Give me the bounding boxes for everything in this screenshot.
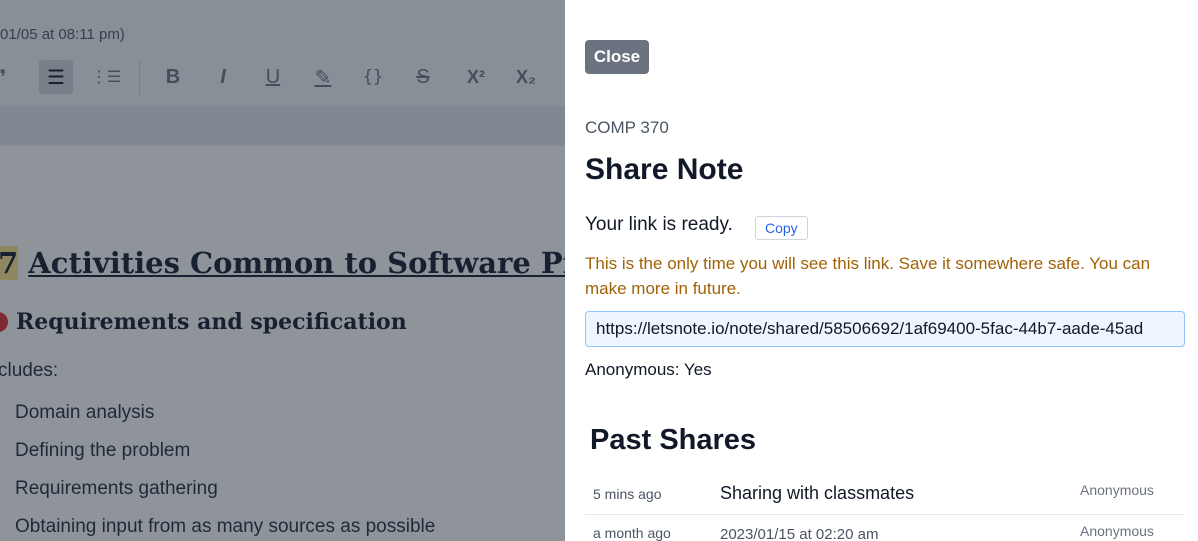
share-link-field[interactable] bbox=[585, 311, 1185, 347]
panel-title: Share Note bbox=[585, 153, 744, 186]
link-ready-text: Your link is ready. bbox=[585, 214, 733, 235]
share-age: a month ago bbox=[593, 525, 671, 541]
note-editor: 01/05 at 08:11 pm) ❞ ☰ ⋮☰ B I U ✎ {} S X… bbox=[0, 0, 565, 541]
course-label: COMP 370 bbox=[585, 118, 669, 137]
copy-button[interactable]: Copy bbox=[755, 216, 808, 240]
share-visibility: Anonymous bbox=[1080, 523, 1154, 539]
anonymous-status: Anonymous: Yes bbox=[585, 360, 712, 379]
warning-message: This is the only time you will see this … bbox=[585, 254, 1151, 298]
modal-backdrop[interactable] bbox=[0, 0, 565, 541]
share-name: Sharing with classmates bbox=[720, 483, 915, 503]
share-age: 5 mins ago bbox=[593, 486, 662, 502]
past-share-row[interactable]: 5 mins ago Sharing with classmates Anony… bbox=[585, 474, 1185, 515]
share-panel: Close COMP 370 Share Note Your link is r… bbox=[565, 0, 1198, 541]
past-share-row[interactable]: a month ago 2023/01/15 at 02:20 am Anony… bbox=[585, 514, 1185, 541]
past-shares-heading: Past Shares bbox=[590, 424, 757, 456]
share-name: 2023/01/15 at 02:20 am bbox=[720, 526, 879, 541]
close-button[interactable]: Close bbox=[585, 40, 649, 74]
share-visibility: Anonymous bbox=[1080, 482, 1154, 498]
